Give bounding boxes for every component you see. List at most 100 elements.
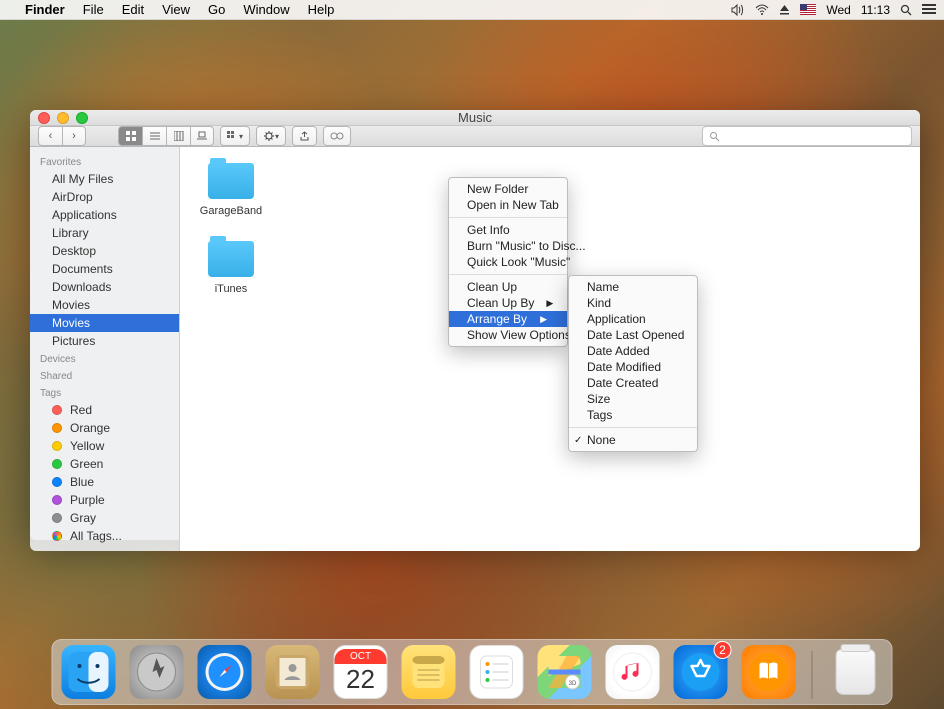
tag-dot-icon [52,441,62,451]
arrange-button[interactable]: ▾ [220,126,250,146]
clock-time[interactable]: 11:13 [861,3,890,17]
maximize-button[interactable] [76,112,88,124]
check-icon: ✓ [574,435,582,446]
icon-view-button[interactable] [118,126,142,146]
folder-item[interactable]: GarageBand [196,163,266,217]
submenu-item[interactable]: Date Modified [569,359,697,375]
share-button[interactable] [292,126,317,146]
submenu-arrow-icon: ▶ [540,314,547,325]
close-button[interactable] [38,112,50,124]
folder-item[interactable]: iTunes [196,241,266,295]
submenu-item[interactable]: Date Created [569,375,697,391]
dock-finder[interactable] [62,645,116,699]
dock-contacts[interactable] [266,645,320,699]
submenu-item[interactable]: ✓None [569,432,697,448]
app-menu[interactable]: Finder [16,2,74,17]
notification-center-icon[interactable] [922,4,936,15]
forward-button[interactable]: › [62,126,86,146]
dock-reminders[interactable] [470,645,524,699]
submenu-item[interactable]: Application [569,311,697,327]
menu-item[interactable]: Clean Up [449,279,567,295]
sidebar-tag-item[interactable]: Red [30,401,179,419]
sidebar-item[interactable]: Desktop [30,242,179,260]
all-tags-icon [52,531,62,541]
sidebar-item[interactable]: Movies [30,314,179,332]
menu-view[interactable]: View [153,2,199,17]
dock-appstore[interactable]: 2 [674,645,728,699]
sidebar-tag-item[interactable]: Orange [30,419,179,437]
column-view-button[interactable] [166,126,190,146]
sidebar-tag-item[interactable]: Yellow [30,437,179,455]
submenu-item[interactable]: Date Last Opened [569,327,697,343]
volume-icon[interactable] [731,4,745,16]
sidebar-item[interactable]: Movies [30,296,179,314]
sidebar-item[interactable]: Applications [30,206,179,224]
folder-label: GarageBand [200,205,262,217]
menu-item[interactable]: Clean Up By▶ [449,295,567,311]
sidebar-tag-item[interactable]: Purple [30,491,179,509]
menu-window[interactable]: Window [234,2,298,17]
list-view-button[interactable] [142,126,166,146]
view-mode-segment [118,126,214,146]
action-button[interactable]: ▾ [256,126,286,146]
dock-safari[interactable] [198,645,252,699]
sidebar-item[interactable]: AirDrop [30,188,179,206]
context-submenu-arrange-by: NameKindApplicationDate Last OpenedDate … [568,275,698,452]
sidebar-item[interactable]: All My Files [30,170,179,188]
menu-edit[interactable]: Edit [113,2,153,17]
clock-day[interactable]: Wed [826,3,850,17]
menu-item[interactable]: Open in New Tab [449,197,567,213]
menu-separator [569,427,697,428]
tag-dot-icon [52,513,62,523]
sidebar-item[interactable]: Pictures [30,332,179,350]
coverflow-view-button[interactable] [190,126,214,146]
menu-file[interactable]: File [74,2,113,17]
sidebar-section-devices: Devices [30,350,179,367]
dock-maps[interactable]: 3D [538,645,592,699]
submenu-item[interactable]: Kind [569,295,697,311]
menu-separator [449,274,567,275]
dock-notes[interactable] [402,645,456,699]
menu-help[interactable]: Help [299,2,344,17]
menu-item[interactable]: Burn "Music" to Disc... [449,238,567,254]
calendar-day: 22 [346,664,375,695]
menu-item[interactable]: New Folder [449,181,567,197]
menu-item[interactable]: Show View Options [449,327,567,343]
submenu-arrow-icon: ▶ [546,298,553,309]
submenu-item[interactable]: Name [569,279,697,295]
search-input[interactable] [702,126,912,146]
minimize-button[interactable] [57,112,69,124]
menu-go[interactable]: Go [199,2,234,17]
sidebar-item[interactable]: Downloads [30,278,179,296]
sidebar-tag-item[interactable]: Gray [30,509,179,527]
titlebar[interactable]: Music [30,110,920,126]
menubar: Finder File Edit View Go Window Help Wed… [0,0,944,20]
content-area[interactable]: GarageBand iTunes New FolderOpen in New T… [180,147,920,551]
submenu-item[interactable]: Size [569,391,697,407]
tags-button[interactable] [323,126,351,146]
sidebar-tag-item[interactable]: Green [30,455,179,473]
sidebar-section-favorites: Favorites [30,153,179,170]
eject-icon[interactable] [779,4,790,15]
dock-launchpad[interactable] [130,645,184,699]
flag-icon[interactable] [800,4,816,15]
sidebar: Favorites All My FilesAirDropApplication… [30,147,180,551]
sidebar-tag-item[interactable]: Blue [30,473,179,491]
dock-calendar[interactable]: OCT 22 [334,645,388,699]
menu-item[interactable]: Get Info [449,222,567,238]
dock-separator [812,651,813,699]
svg-text:3D: 3D [569,681,577,687]
dock-trash[interactable] [829,645,883,699]
dock-ibooks[interactable] [742,645,796,699]
submenu-item[interactable]: Date Added [569,343,697,359]
sidebar-item[interactable]: Documents [30,260,179,278]
spotlight-icon[interactable] [900,4,912,16]
back-button[interactable]: ‹ [38,126,62,146]
dock-itunes[interactable] [606,645,660,699]
wifi-icon[interactable] [755,4,769,16]
sidebar-item[interactable]: Library [30,224,179,242]
menu-item[interactable]: Quick Look "Music" [449,254,567,270]
sidebar-item-all-tags[interactable]: All Tags... [30,527,179,545]
menu-item[interactable]: Arrange By▶ [449,311,567,327]
submenu-item[interactable]: Tags [569,407,697,423]
